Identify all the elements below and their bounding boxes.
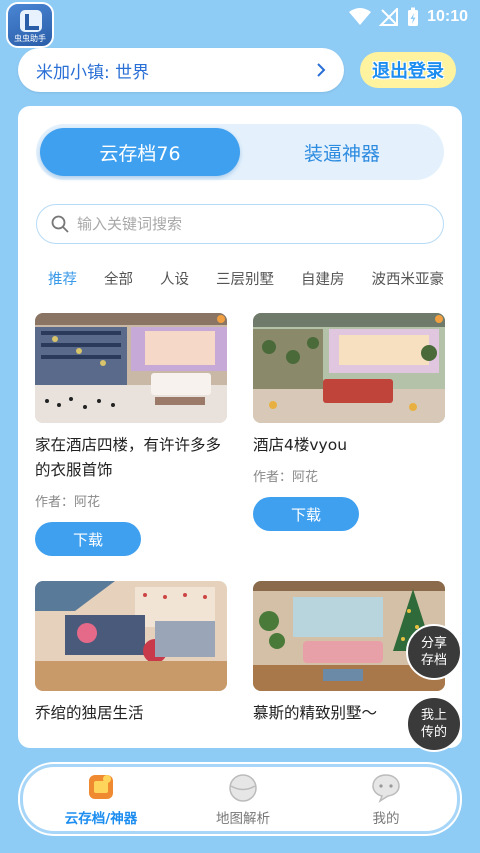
post-card[interactable]: 家在酒店四楼，有许许多多的衣服首饰 作者：阿花 下载	[35, 313, 227, 556]
nav-cloud-save[interactable]: 云存档/神器	[51, 773, 151, 831]
bottom-nav: 云存档/神器 地图解析 我的	[20, 764, 460, 834]
world-selector[interactable]: 米加小镇: 世界	[18, 48, 344, 92]
my-uploads-button[interactable]: 我上传的	[406, 696, 462, 752]
nav-label: 我的	[372, 811, 400, 827]
tab-cloud-save[interactable]: 云存档76	[40, 128, 240, 176]
app-badge-label: 虫虫助手	[14, 34, 46, 43]
search-input[interactable]	[77, 215, 429, 233]
category-all[interactable]: 全部	[104, 266, 133, 294]
category-self-built-house[interactable]: 自建房	[301, 266, 345, 294]
tab-tools[interactable]: 装逼神器	[244, 128, 440, 176]
battery-charging-icon	[408, 7, 419, 26]
post-author: 作者：阿花	[35, 495, 101, 510]
chevron-right-icon	[317, 63, 326, 77]
share-save-button[interactable]: 分享存档	[406, 624, 462, 680]
category-character[interactable]: 人设	[160, 266, 189, 294]
post-card[interactable]: 酒店4楼vyou 作者：阿花 下载	[253, 313, 445, 531]
post-thumbnail[interactable]	[253, 313, 445, 423]
world-label: 米加小镇: 世界	[36, 62, 150, 83]
nav-mine[interactable]: 我的	[336, 773, 436, 831]
app-badge-icon	[20, 10, 42, 32]
cloud-save-icon	[89, 775, 113, 799]
post-card[interactable]: 乔绾的独居生活	[35, 581, 227, 726]
category-three-floor-villa[interactable]: 三层别墅	[216, 266, 274, 294]
search-bar[interactable]	[36, 204, 444, 244]
wifi-icon	[349, 8, 372, 25]
status-bar: 虫虫助手 10:10	[0, 0, 480, 48]
status-icons: 10:10	[349, 6, 468, 28]
app-badge: 虫虫助手	[6, 2, 54, 48]
nav-label: 地图解析	[216, 811, 270, 827]
nav-map-analysis[interactable]: 地图解析	[193, 773, 293, 831]
category-recommended[interactable]: 推荐	[48, 266, 77, 294]
main-panel: 云存档76 装逼神器 推荐 全部 人设 三层别墅 自建房 波西米亚豪	[18, 106, 462, 748]
post-thumbnail[interactable]	[35, 313, 227, 423]
category-bohemian[interactable]: 波西米亚豪	[372, 266, 445, 294]
status-time: 10:10	[427, 8, 468, 25]
nav-label: 云存档/神器	[64, 811, 138, 827]
post-thumbnail[interactable]	[35, 581, 227, 691]
download-button[interactable]: 下载	[253, 497, 359, 531]
post-title: 乔绾的独居生活	[35, 704, 144, 722]
map-globe-icon	[229, 774, 257, 802]
post-author: 作者：阿花	[253, 470, 319, 485]
tab-switch: 云存档76 装逼神器	[36, 124, 444, 180]
download-button[interactable]: 下载	[35, 522, 141, 556]
no-signal-icon	[379, 8, 399, 26]
post-title: 家在酒店四楼，有许许多多的衣服首饰	[35, 436, 222, 479]
profile-chat-icon	[372, 774, 400, 803]
category-tabs: 推荐 全部 人设 三层别墅 自建房 波西米亚豪	[48, 266, 462, 294]
logout-button[interactable]: 退出登录	[360, 52, 456, 88]
search-icon	[51, 215, 69, 233]
post-title: 酒店4楼vyou	[253, 436, 348, 454]
